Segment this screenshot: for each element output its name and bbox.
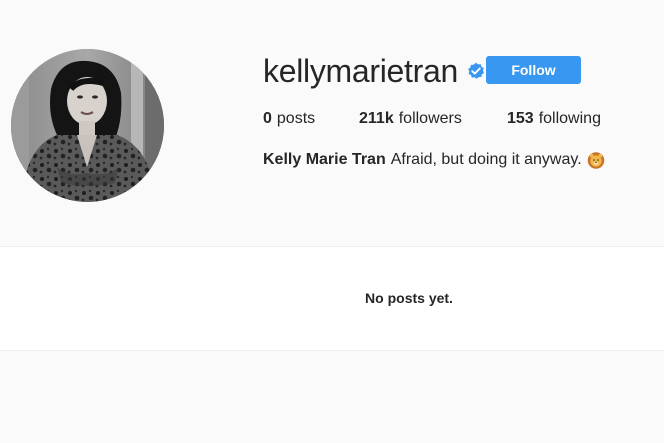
- profile-username: kellymarietran: [263, 53, 458, 89]
- profile-bio: Kelly Marie Tran Afraid, but doing it an…: [263, 149, 605, 171]
- username-row: kellymarietran: [263, 50, 485, 92]
- avatar-photo: [11, 49, 164, 202]
- posts-panel: No posts yet.: [0, 247, 664, 350]
- empty-posts-message: No posts yet.: [365, 290, 453, 306]
- posts-count-value: 0: [263, 110, 272, 127]
- following-count-value: 153: [507, 110, 534, 127]
- panel-divider: [0, 350, 664, 351]
- profile-full-name: Kelly Marie Tran: [263, 151, 386, 168]
- profile-page: kellymarietran Follow 0 posts 211k follo…: [0, 0, 664, 443]
- profile-stats: 0 posts 211k followers 153 following: [263, 109, 601, 129]
- following-count-label: following: [538, 110, 601, 127]
- followers-link[interactable]: 211k followers: [359, 109, 507, 129]
- followers-count-label: followers: [398, 110, 462, 127]
- bio-text: Afraid, but doing it anyway.: [390, 151, 582, 168]
- followers-count-value: 211k: [359, 110, 394, 127]
- verified-badge-icon: [467, 62, 485, 80]
- posts-count-label: posts: [276, 110, 316, 127]
- profile-avatar[interactable]: [11, 49, 164, 202]
- lion-face-icon: [587, 151, 605, 169]
- follow-button[interactable]: Follow: [486, 56, 581, 84]
- posts-count: 0 posts: [263, 109, 359, 129]
- following-link[interactable]: 153 following: [507, 109, 601, 129]
- profile-header: kellymarietran Follow 0 posts 211k follo…: [0, 0, 664, 246]
